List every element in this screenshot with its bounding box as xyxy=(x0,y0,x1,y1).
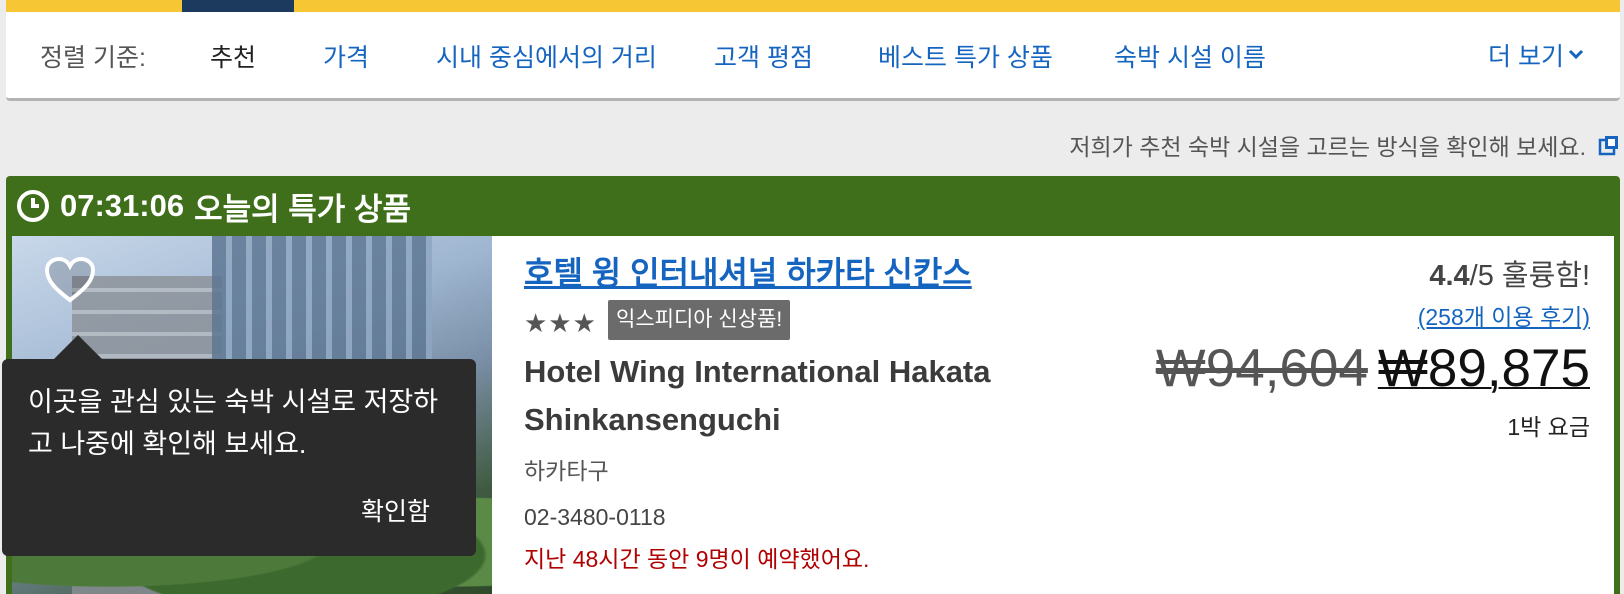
hotel-area: 하카타구 xyxy=(524,458,609,484)
recommendation-info[interactable]: 저희가 추천 숙박 시설을 고르는 방식을 확인해 보세요. xyxy=(1069,128,1620,162)
rating-score: 4.4 xyxy=(1429,260,1470,292)
tab-guest-rating[interactable]: 고객 평점 xyxy=(714,38,813,74)
deal-timer: 07:31:06 xyxy=(60,188,185,223)
tab-distance[interactable]: 시내 중심에서의 거리 xyxy=(436,38,657,74)
clock-icon xyxy=(17,190,49,222)
deal-price[interactable]: ₩89,875 xyxy=(1378,338,1590,399)
tab-recommended[interactable]: 추천 xyxy=(210,38,256,74)
tab-price[interactable]: 가격 xyxy=(323,38,369,74)
per-night-label: 1박 요금 xyxy=(1507,414,1590,440)
chevron-down-icon xyxy=(1568,49,1584,60)
active-tab-indicator xyxy=(182,0,294,12)
tab-property-name[interactable]: 숙박 시설 이름 xyxy=(1114,38,1266,74)
tooltip-confirm-button[interactable]: 확인함 xyxy=(361,492,430,528)
hotel-name-link[interactable]: 호텔 윙 인터내셔널 하카타 신칸스 xyxy=(524,248,972,294)
guest-rating: 4.4/5 훌륭함! xyxy=(1429,252,1590,294)
reviews-link[interactable]: (258개 이용 후기) xyxy=(1418,298,1590,332)
recommendation-info-text: 저희가 추천 숙박 시설을 고르는 방식을 확인해 보세요. xyxy=(1069,134,1586,160)
rating-rest: /5 훌륭함! xyxy=(1469,260,1590,292)
hotel-phone: 02-3480-0118 xyxy=(524,504,666,530)
deal-header: 07:31:06 오늘의 특가 상품 xyxy=(16,184,411,228)
deal-title: 오늘의 특가 상품 xyxy=(194,191,411,227)
recent-bookings-note: 지난 48시간 동안 9명이 예약했어요. xyxy=(524,546,870,572)
hotel-english-name: Hotel Wing International Hakata Shinkans… xyxy=(524,354,991,437)
external-link-icon xyxy=(1598,136,1618,156)
tab-best-deals[interactable]: 베스트 특가 상품 xyxy=(878,38,1053,74)
original-price: ₩94,604 xyxy=(1155,339,1368,398)
sort-bar: 정렬 기준: 추천 가격 시내 중심에서의 거리 고객 평점 베스트 특가 상품… xyxy=(6,0,1620,101)
more-sort-button[interactable]: 더 보기 xyxy=(1488,37,1584,73)
heart-icon[interactable] xyxy=(44,256,96,304)
price-block: ₩94,604 ₩89,875 xyxy=(1156,338,1590,399)
star-rating: ★★★ xyxy=(524,308,597,338)
new-property-badge: 익스피디아 신상품! xyxy=(608,300,791,340)
sort-label: 정렬 기준: xyxy=(40,44,146,72)
more-sort-label: 더 보기 xyxy=(1488,43,1564,71)
tooltip-message: 이곳을 관심 있는 숙박 시설로 저장하고 나중에 확인해 보세요. xyxy=(28,387,439,459)
save-tooltip: 이곳을 관심 있는 숙박 시설로 저장하고 나중에 확인해 보세요. 확인함 xyxy=(2,335,476,556)
